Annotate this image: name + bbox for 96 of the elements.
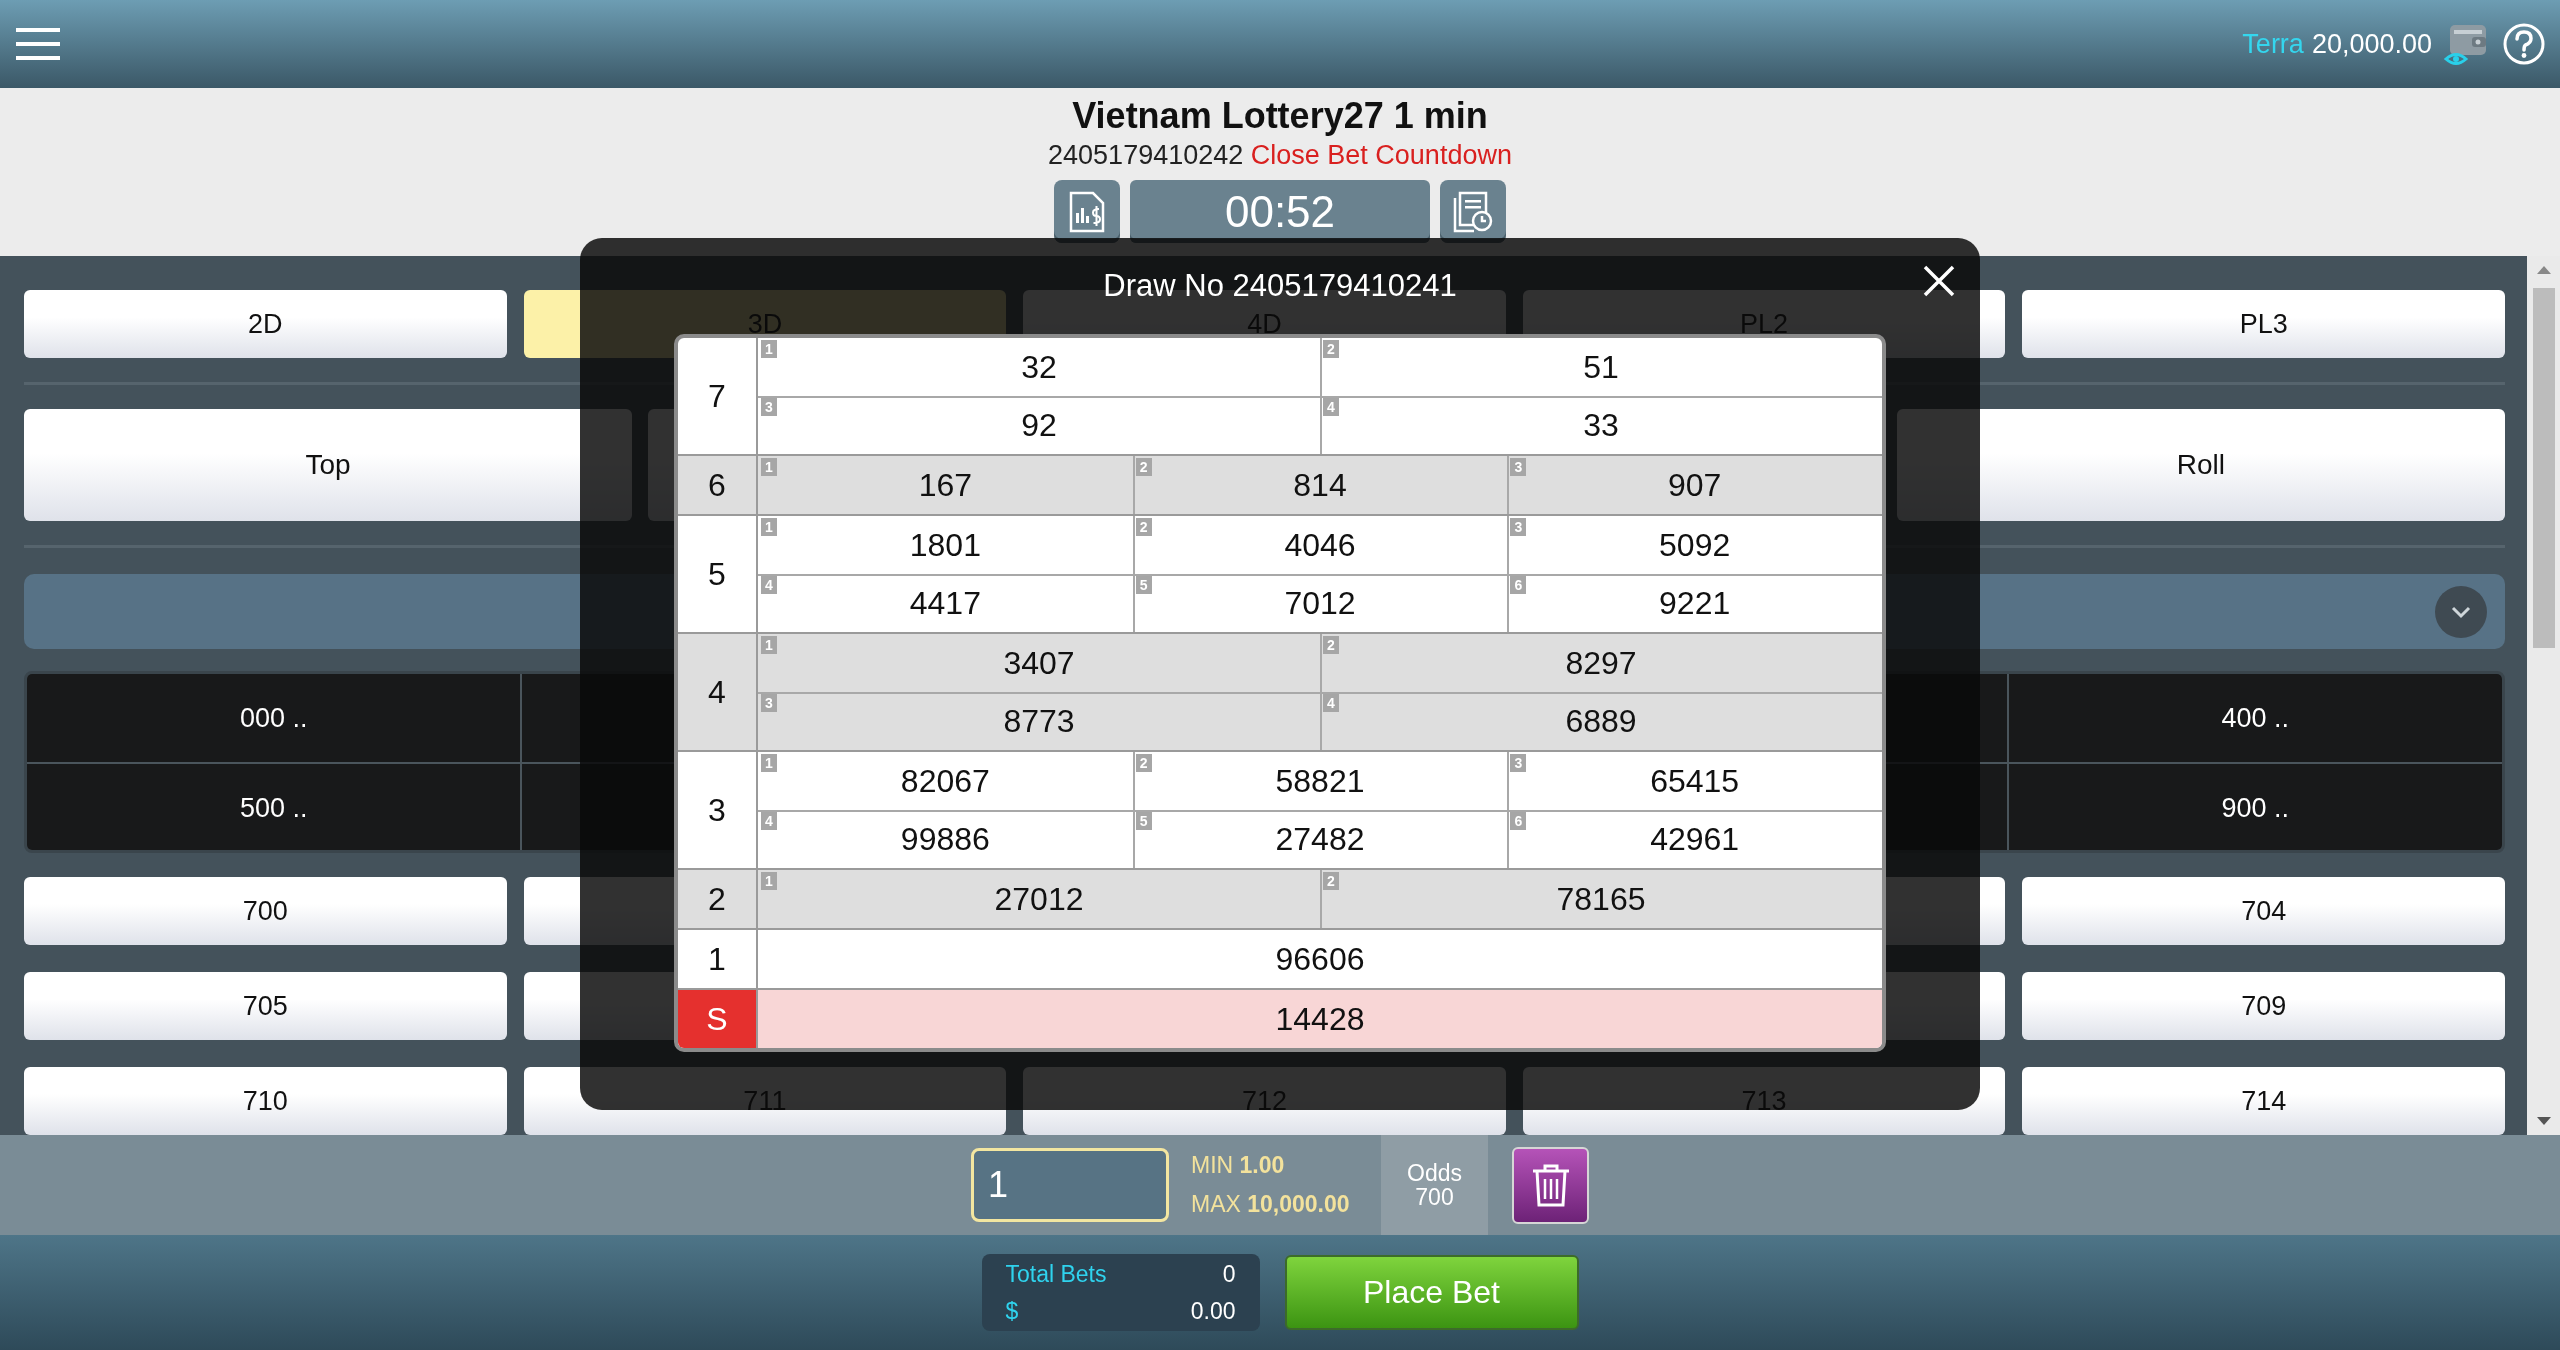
index-badge: 1: [761, 872, 777, 890]
result-number: 33: [1583, 406, 1619, 444]
result-number: 51: [1583, 348, 1619, 386]
index-badge: 1: [761, 754, 777, 772]
result-number: 5092: [1659, 526, 1731, 564]
result-number: 65415: [1650, 762, 1740, 800]
index-badge: 5: [1135, 576, 1152, 594]
prize-label: 4: [678, 634, 758, 750]
prize-label: 7: [678, 338, 758, 454]
result-number: 9221: [1659, 584, 1731, 622]
result-number: 92: [1021, 406, 1057, 444]
result-number: 27012: [994, 880, 1084, 918]
result-number: 27482: [1275, 820, 1365, 858]
result-number: 8297: [1565, 644, 1637, 682]
countdown-label: Close Bet Countdown: [1250, 140, 1512, 170]
balance: 20,000.00: [2311, 28, 2432, 60]
result-number: 7012: [1284, 584, 1356, 622]
total-bets-label: Total Bets: [1005, 1260, 1107, 1288]
chevron-down-icon: [2450, 604, 2472, 619]
result-number: 82067: [900, 762, 990, 800]
result-number: 1801: [909, 526, 981, 564]
document-clock-icon: [1452, 190, 1494, 233]
number-button[interactable]: 705: [24, 972, 507, 1040]
game-tab[interactable]: 2D: [24, 290, 507, 358]
number-button[interactable]: 710: [24, 1067, 507, 1135]
index-badge: 3: [1510, 518, 1527, 536]
index-badge: 2: [1135, 458, 1152, 476]
result-number: 167: [918, 466, 972, 504]
range-button[interactable]: 000 ..: [27, 674, 521, 763]
scrollbar[interactable]: [2527, 256, 2560, 1135]
index-badge: 3: [761, 398, 777, 416]
game-tab[interactable]: PL3: [2022, 290, 2505, 358]
result-number: 4046: [1284, 526, 1356, 564]
index-badge: 1: [761, 518, 777, 536]
index-badge: 5: [1135, 812, 1152, 830]
result-number: 14428: [1275, 1000, 1365, 1038]
currency-label: $: [1005, 1297, 1019, 1325]
prize-label: 2: [678, 870, 758, 928]
result-number: 32: [1021, 348, 1057, 386]
index-badge: 4: [1323, 694, 1339, 712]
index-badge: 6: [1510, 812, 1527, 830]
document-dollar-icon: [1067, 190, 1107, 233]
close-icon[interactable]: [1922, 264, 1956, 298]
result-number: 99886: [900, 820, 990, 858]
result-number: 814: [1293, 466, 1347, 504]
dropdown-toggle[interactable]: [2435, 585, 2487, 638]
result-number: 6889: [1565, 702, 1637, 740]
total-amount: 0.00: [1190, 1297, 1236, 1325]
number-button[interactable]: 709: [2022, 972, 2505, 1040]
max-stake: MAX 10,000.00: [1191, 1191, 1351, 1218]
stake-input[interactable]: 1: [971, 1148, 1169, 1222]
prize-label: 6: [678, 456, 758, 514]
menu-icon[interactable]: [16, 27, 60, 61]
prize-label: 5: [678, 516, 758, 632]
index-badge: 4: [1323, 398, 1339, 416]
number-button[interactable]: 704: [2022, 877, 2505, 945]
number-button[interactable]: 714: [2022, 1067, 2505, 1135]
prize-label: 1: [678, 930, 758, 988]
odds-label: Odds: [1407, 1161, 1462, 1185]
result-number: 8773: [1003, 702, 1075, 740]
dialog-title: Draw No 2405179410241: [1103, 268, 1457, 304]
total-bets-count: 0: [1222, 1260, 1236, 1288]
index-badge: 2: [1135, 754, 1152, 772]
index-badge: 4: [761, 812, 777, 830]
index-badge: 1: [761, 340, 777, 358]
index-badge: 2: [1323, 340, 1339, 358]
index-badge: 2: [1135, 518, 1152, 536]
draw-number: 2405179410242: [1048, 140, 1244, 170]
index-badge: 3: [1510, 754, 1527, 772]
result-number: 96606: [1275, 940, 1365, 978]
index-badge: 2: [1323, 872, 1339, 890]
help-icon[interactable]: [2502, 22, 2546, 66]
index-badge: 4: [761, 576, 777, 594]
index-badge: 1: [761, 636, 777, 654]
number-button[interactable]: 700: [24, 877, 507, 945]
index-badge: 3: [761, 694, 777, 712]
index-badge: 3: [1510, 458, 1527, 476]
index-badge: 2: [1323, 636, 1339, 654]
result-number: 907: [1667, 466, 1722, 504]
range-button[interactable]: 400 ..: [2008, 674, 2502, 763]
range-button[interactable]: 500 ..: [27, 764, 521, 850]
result-number: 4417: [909, 584, 981, 622]
index-badge: 6: [1510, 576, 1527, 594]
prize-label: 3: [678, 752, 758, 868]
odds-value: 700: [1415, 1185, 1454, 1209]
index-badge: 1: [761, 458, 777, 476]
range-button[interactable]: 900 ..: [2008, 764, 2502, 850]
prize-label: S: [678, 990, 758, 1048]
username: Terra: [2242, 28, 2304, 60]
result-number: 42961: [1650, 820, 1740, 858]
result-number: 78165: [1556, 880, 1646, 918]
min-stake: MIN 1.00: [1191, 1152, 1286, 1179]
result-number: 58821: [1275, 762, 1365, 800]
game-title: Vietnam Lottery27 1 min: [1072, 94, 1488, 138]
delete-button[interactable]: [1512, 1146, 1589, 1224]
result-number: 3407: [1003, 644, 1075, 682]
